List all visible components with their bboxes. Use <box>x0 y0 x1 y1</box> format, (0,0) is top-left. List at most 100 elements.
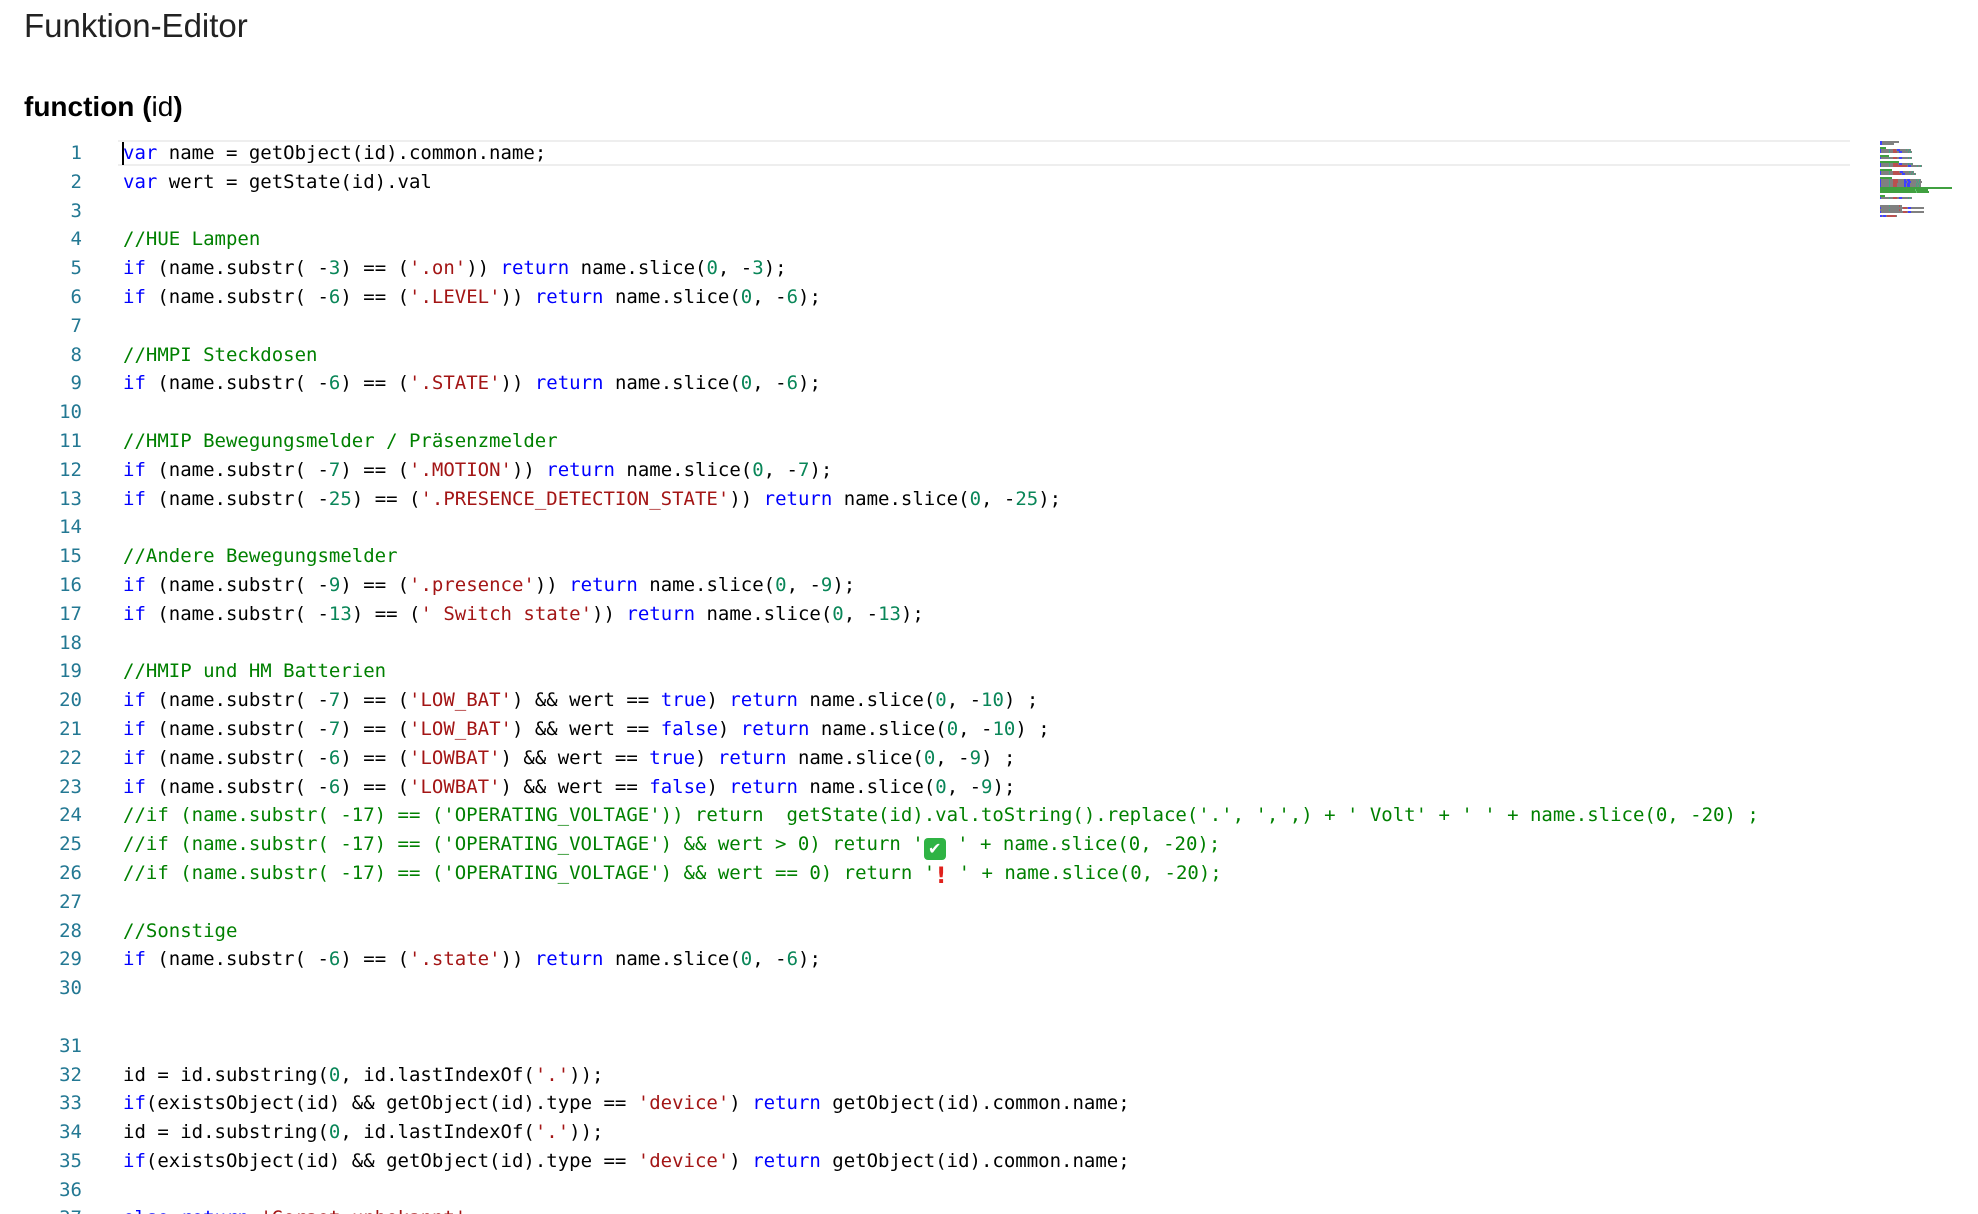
editor-scrollbar[interactable] <box>1974 139 1978 1214</box>
code-line[interactable]: 20 if (name.substr( -7) == ('LOW_BAT') &&… <box>0 686 1978 715</box>
code-line[interactable]: 32 id = id.substring(0, id.lastIndexOf('.… <box>0 1061 1978 1090</box>
code-token: ) <box>706 689 730 712</box>
editor-minimap[interactable] <box>1878 139 1978 219</box>
code-text: //HMIP Bewegungsmelder / Präsenzmelder <box>123 427 558 456</box>
code-token: 0 <box>969 487 982 510</box>
code-line[interactable]: 26 //if (name.substr( -17) == ('OPERATING… <box>0 859 1978 888</box>
code-token: false <box>660 717 718 740</box>
code-line[interactable]: 5 if (name.substr( -3) == ('.on')) return… <box>0 254 1978 283</box>
code-line[interactable]: 22 if (name.substr( -6) == ('LOWBAT') && … <box>0 744 1978 773</box>
code-token: 25 <box>1015 487 1039 510</box>
code-token: '.' <box>534 1121 570 1144</box>
code-line[interactable]: 36 <box>0 1176 1978 1205</box>
code-token: //if (name.substr( -17) == ('OPERATING_V… <box>123 861 936 884</box>
code-token: 10 <box>992 717 1016 740</box>
code-token: true <box>649 746 696 769</box>
code-token: if <box>123 1149 146 1172</box>
code-text: if (name.substr( -6) == ('.state')) retu… <box>123 945 821 974</box>
code-line[interactable]: 6 if (name.substr( -6) == ('.LEVEL')) ret… <box>0 283 1978 312</box>
line-number: 36 <box>59 1178 82 1201</box>
code-line[interactable]: 15 //Andere Bewegungsmelder <box>0 542 1978 571</box>
code-token: var <box>123 170 158 193</box>
code-line[interactable]: 37 else return 'Geraet unbekannt'; <box>0 1204 1978 1214</box>
code-line[interactable]: 8 //HMPI Steckdosen <box>0 341 1978 370</box>
code-line[interactable]: 16 if (name.substr( -9) == ('.presence'))… <box>0 571 1978 600</box>
code-line[interactable]: 30 <box>0 974 1978 1003</box>
code-line[interactable]: 3 <box>0 197 1978 226</box>
minimap-stroke <box>1881 165 1889 167</box>
code-token: ) == ( <box>340 257 410 280</box>
code-text: if (name.substr( -7) == ('.MOTION')) ret… <box>123 456 832 485</box>
code-token: ) ; <box>981 746 1016 769</box>
code-line[interactable]: 18 <box>0 629 1978 658</box>
code-line[interactable]: 25 //if (name.substr( -17) == ('OPERATING… <box>0 830 1978 861</box>
code-token: ; <box>466 1207 477 1214</box>
code-token: 'LOWBAT' <box>409 746 501 769</box>
code-line[interactable]: 14 <box>0 513 1978 542</box>
code-token: getObject(id).common.name; <box>820 1149 1130 1172</box>
code-token: , - <box>763 458 798 481</box>
code-line[interactable]: 35 if(existsObject(id) && getObject(id).t… <box>0 1147 1978 1176</box>
code-token: 0 <box>946 717 959 740</box>
code-token: return <box>180 1207 249 1214</box>
code-text: if (name.substr( -9) == ('.presence')) r… <box>123 571 855 600</box>
code-token: ) <box>706 775 730 798</box>
code-token: return <box>729 689 798 712</box>
code-token: 9 <box>328 573 341 596</box>
code-line[interactable]: 24 //if (name.substr( -17) == ('OPERATING… <box>0 801 1978 830</box>
code-line[interactable] <box>0 1003 1978 1032</box>
code-token: if <box>123 458 146 481</box>
code-line[interactable]: 1 var name = getObject(id).common.name; <box>0 139 1978 168</box>
code-line[interactable]: 17 if (name.substr( -13) == (' Switch sta… <box>0 600 1978 629</box>
code-line[interactable]: 34 id = id.substring(0, id.lastIndexOf('.… <box>0 1118 1978 1147</box>
code-token: getObject(id).common.name; <box>820 1092 1130 1115</box>
line-number: 4 <box>70 228 82 251</box>
line-number: 30 <box>59 977 82 1000</box>
code-lines[interactable]: 1 var name = getObject(id).common.name; 2 v… <box>0 139 1978 1214</box>
code-line[interactable]: 4 //HUE Lampen <box>0 225 1978 254</box>
code-token: ) == ( <box>340 948 410 971</box>
line-number: 34 <box>59 1121 82 1144</box>
code-line[interactable]: 27 <box>0 888 1978 917</box>
code-line[interactable]: 19 //HMIP und HM Batterien <box>0 657 1978 686</box>
code-token: //HMPI Steckdosen <box>123 343 318 366</box>
code-token: if <box>123 285 146 308</box>
line-number: 17 <box>59 602 82 625</box>
code-token: if <box>123 689 146 712</box>
line-number: 29 <box>59 948 82 971</box>
code-token: return <box>626 602 696 625</box>
code-line[interactable]: 29 if (name.substr( -6) == ('.state')) re… <box>0 945 1978 974</box>
minimap-stroke <box>1881 157 1889 159</box>
code-line[interactable]: 31 <box>0 1032 1978 1061</box>
minimap-stroke <box>1881 143 1894 145</box>
line-number: 15 <box>59 545 82 568</box>
code-text: id = id.substring(0, id.lastIndexOf('.')… <box>123 1118 603 1147</box>
code-line[interactable]: 21 if (name.substr( -7) == ('LOW_BAT') &&… <box>0 715 1978 744</box>
code-text: //HUE Lampen <box>123 225 260 254</box>
code-line[interactable]: 2 var wert = getState(id).val <box>0 168 1978 197</box>
code-line[interactable]: 23 if (name.substr( -6) == ('LOWBAT') && … <box>0 773 1978 802</box>
code-token: )) <box>500 285 535 308</box>
line-number: 16 <box>59 573 82 596</box>
code-line[interactable]: 13 if (name.substr( -25) == ('.PRESENCE_D… <box>0 485 1978 514</box>
code-token: (name.substr( - <box>145 372 329 395</box>
function-close-paren: ) <box>173 91 183 122</box>
minimap-stroke <box>1896 215 1897 217</box>
code-token: if <box>123 746 146 769</box>
code-line[interactable]: 9 if (name.substr( -6) == ('.STATE')) ret… <box>0 369 1978 398</box>
code-line[interactable]: 10 <box>0 398 1978 427</box>
code-line[interactable]: 12 if (name.substr( -7) == ('.MOTION')) r… <box>0 456 1978 485</box>
code-line[interactable]: 28 //Sonstige <box>0 917 1978 946</box>
code-token: '.STATE' <box>409 372 501 395</box>
code-line[interactable]: 7 <box>0 312 1978 341</box>
code-line[interactable]: 11 //HMIP Bewegungsmelder / Präsenzmelder <box>0 427 1978 456</box>
code-token: ) ; <box>1015 717 1050 740</box>
code-token: ) == ( <box>340 717 410 740</box>
code-text: if(existsObject(id) && getObject(id).typ… <box>123 1089 1130 1118</box>
line-number: 22 <box>59 746 82 769</box>
code-line[interactable]: 33 if(existsObject(id) && getObject(id).t… <box>0 1089 1978 1118</box>
code-editor[interactable]: 1 var name = getObject(id).common.name; 2 v… <box>0 139 1978 1214</box>
code-token: 0 <box>923 746 936 769</box>
code-token: name.slice( <box>569 257 707 280</box>
line-number: 6 <box>70 285 82 308</box>
